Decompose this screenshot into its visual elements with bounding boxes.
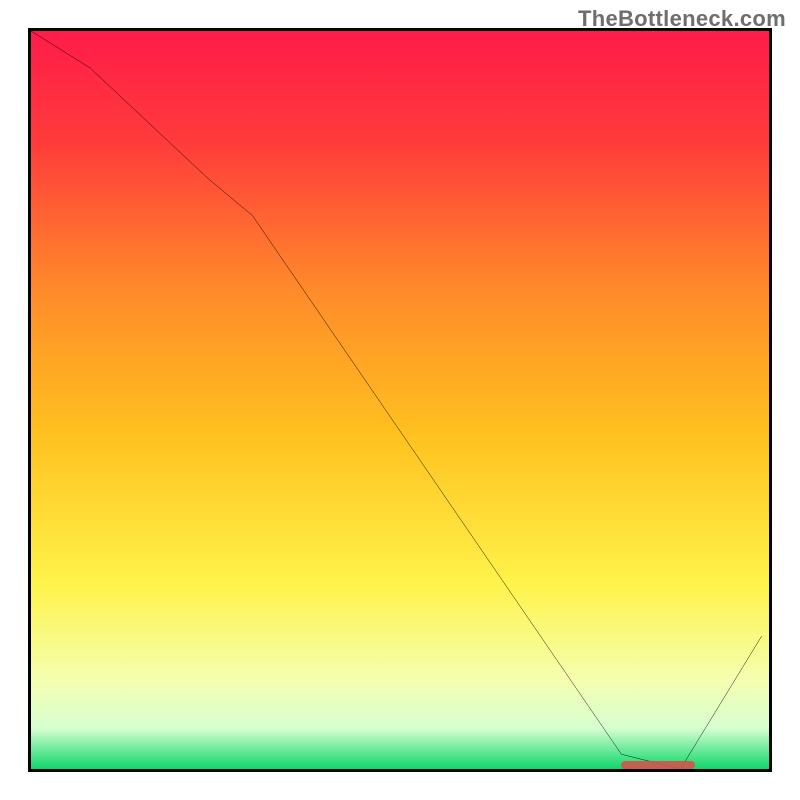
chart-container: TheBottleneck.com	[0, 0, 800, 800]
plot-area	[28, 28, 772, 772]
plateau-marker	[621, 761, 695, 769]
heat-gradient	[31, 31, 769, 769]
